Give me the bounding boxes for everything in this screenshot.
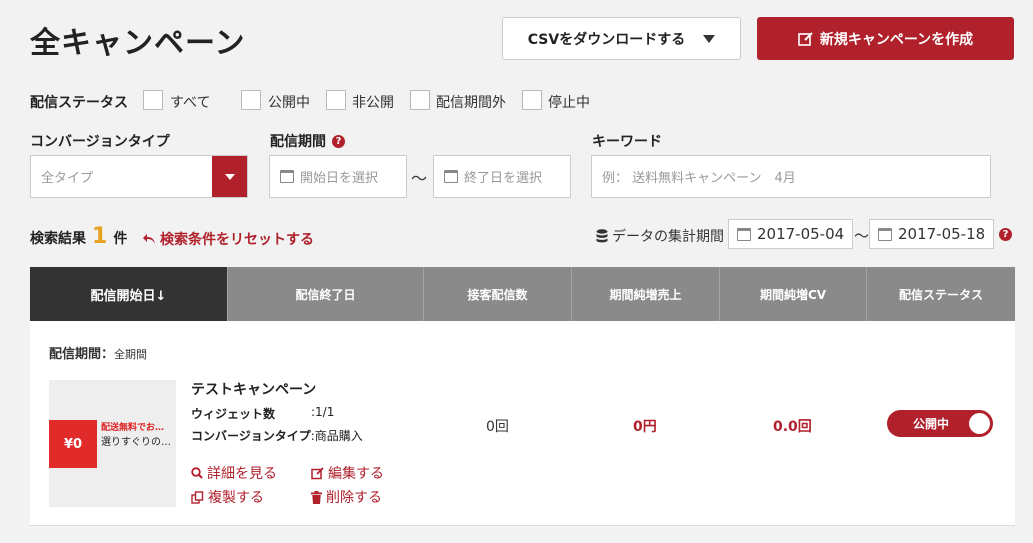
- page-title: 全キャンペーン: [30, 26, 246, 61]
- csv-download-button[interactable]: CSVをダウンロードする: [502, 17, 741, 60]
- row-period-value: 全期間: [114, 348, 148, 361]
- thumb-icon-text: ¥0: [63, 436, 83, 452]
- status-filter-label: 配信ステータス: [30, 95, 128, 111]
- edit-link[interactable]: 編集する: [311, 463, 384, 483]
- campaign-name[interactable]: テストキャンペーン: [191, 379, 316, 399]
- result-count: 1: [92, 224, 108, 249]
- truck-icon: ¥0: [49, 420, 97, 468]
- status-toggle[interactable]: 公開中: [887, 410, 993, 437]
- column-end-date[interactable]: 配信終了日: [228, 267, 424, 321]
- delete-label: 削除する: [326, 490, 382, 506]
- period-label: 配信期間: [270, 134, 326, 150]
- period-label-group: 配信期間 ?: [270, 131, 345, 151]
- column-sales[interactable]: 期間純増売上: [572, 267, 720, 321]
- conversion-type-select[interactable]: 全タイプ: [30, 155, 248, 198]
- edit-icon: [311, 466, 324, 479]
- deliveries-value: 0回: [486, 419, 509, 435]
- table-body: [30, 321, 1015, 526]
- column-status[interactable]: 配信ステータス: [867, 267, 1015, 321]
- csv-download-label: CSVをダウンロードする: [527, 31, 686, 48]
- conversion-type-row: コンバージョンタイプ :商品購入: [191, 427, 363, 444]
- result-count-group: 検索結果 1 件: [30, 224, 127, 249]
- new-campaign-button[interactable]: 新規キャンペーンを作成: [757, 17, 1014, 60]
- sales-value: 0円: [633, 419, 657, 435]
- conversion-type-value: 全タイプ: [41, 171, 94, 186]
- help-icon[interactable]: ?: [999, 228, 1012, 241]
- help-icon[interactable]: ?: [332, 134, 345, 148]
- table-header: 配信開始日↓ 配信終了日 接客配信数 期間純増売上 期間純増CV 配信ステータス: [30, 267, 1015, 321]
- column-start-date[interactable]: 配信開始日↓: [30, 267, 228, 321]
- copy-icon: [191, 490, 204, 504]
- period-start-placeholder: 開始日を選択: [300, 171, 379, 186]
- duplicate-link[interactable]: 複製する: [191, 487, 264, 507]
- status-checkbox-all[interactable]: [143, 90, 163, 110]
- result-unit: 件: [113, 231, 128, 247]
- aggregation-separator: 〜: [854, 227, 870, 245]
- cv-value: 0.0回: [773, 419, 812, 435]
- aggregation-end-date[interactable]: 2017-05-18: [869, 219, 994, 249]
- status-checkbox-public[interactable]: [241, 90, 261, 110]
- search-icon: [191, 467, 203, 479]
- edit-label: 編集する: [328, 466, 384, 482]
- aggregation-start-value: 2017-05-04: [757, 225, 845, 243]
- column-deliveries[interactable]: 接客配信数: [424, 267, 572, 321]
- status-option-label: 公開中: [268, 95, 310, 111]
- toggle-knob: [969, 413, 990, 434]
- campaign-thumbnail[interactable]: ¥0 配送無料でお… 選りすぐりの…: [49, 380, 176, 507]
- aggregation-period-label: データの集計期間: [612, 229, 724, 245]
- select-dropdown-button[interactable]: [212, 156, 247, 197]
- calendar-icon: [878, 227, 892, 241]
- period-start-input[interactable]: 開始日を選択: [269, 155, 407, 198]
- status-checkbox-private[interactable]: [326, 90, 346, 110]
- column-cv[interactable]: 期間純増CV: [720, 267, 867, 321]
- aggregation-start-date[interactable]: 2017-05-04: [728, 219, 853, 249]
- status-option-label: 非公開: [352, 95, 394, 111]
- status-option-label: すべて: [170, 95, 211, 111]
- new-campaign-label: 新規キャンペーンを作成: [819, 31, 974, 48]
- conversion-type-row-label: コンバージョンタイプ: [191, 429, 311, 443]
- keyword-input[interactable]: 例： 送料無料キャンペーン 4月: [591, 155, 991, 198]
- widget-count-value: :1/1: [311, 405, 335, 419]
- conversion-type-row-value: :商品購入: [310, 429, 363, 443]
- status-checkbox-out-of-period[interactable]: [410, 90, 430, 110]
- status-option-label: 配信期間外: [436, 95, 506, 111]
- status-checkbox-stopped[interactable]: [522, 90, 542, 110]
- view-detail-link[interactable]: 詳細を見る: [191, 463, 277, 483]
- database-icon: [596, 229, 608, 243]
- duplicate-label: 複製する: [208, 490, 264, 506]
- row-period: 配信期間： 全期間: [49, 343, 147, 362]
- period-separator: 〜: [411, 169, 428, 188]
- period-end-input[interactable]: 終了日を選択: [433, 155, 571, 198]
- period-end-placeholder: 終了日を選択: [464, 171, 543, 186]
- chevron-down-icon: [224, 173, 235, 180]
- chevron-down-icon: [703, 34, 716, 43]
- calendar-icon: [444, 170, 458, 183]
- aggregation-period-label-group: データの集計期間: [596, 226, 724, 246]
- keyword-label: キーワード: [592, 134, 662, 150]
- trash-icon: [311, 490, 322, 504]
- calendar-icon: [280, 170, 294, 183]
- row-period-prefix: 配信期間：: [49, 347, 115, 362]
- status-option-label: 停止中: [548, 95, 590, 111]
- result-label: 検索結果: [30, 231, 86, 247]
- aggregation-end-value: 2017-05-18: [898, 225, 986, 243]
- reset-filters-label: 検索条件をリセットする: [160, 232, 314, 248]
- reset-filters-link[interactable]: 検索条件をリセットする: [142, 229, 314, 249]
- calendar-icon: [737, 227, 751, 241]
- thumb-line1: 配送無料でお…: [101, 423, 165, 433]
- view-detail-label: 詳細を見る: [207, 466, 277, 482]
- edit-icon: [798, 31, 813, 46]
- delete-link[interactable]: 削除する: [311, 487, 382, 507]
- status-toggle-label: 公開中: [913, 417, 950, 431]
- thumb-line2: 選りすぐりの…: [101, 437, 171, 448]
- widget-count-label: ウィジェット数: [191, 407, 276, 421]
- conversion-type-label: コンバージョンタイプ: [30, 134, 170, 150]
- reply-arrow-icon: [143, 234, 155, 244]
- keyword-placeholder: 例： 送料無料キャンペーン 4月: [602, 171, 796, 186]
